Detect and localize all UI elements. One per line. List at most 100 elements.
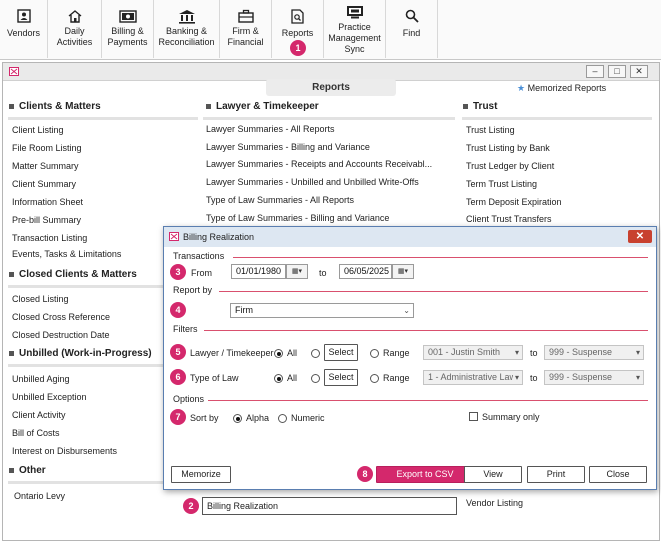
view-button[interactable]: View	[464, 466, 522, 483]
section-heading-clients: Clients & Matters	[9, 101, 101, 112]
type-of-law-range-from-select[interactable]: 1 - Administrative Law ▾	[423, 370, 523, 385]
money-icon	[118, 8, 137, 24]
report-link[interactable]: Pre-bill Summary	[12, 215, 81, 225]
type-of-law-all-label: All	[287, 373, 298, 383]
report-link[interactable]: Client Trust Transfers	[466, 214, 552, 224]
report-link[interactable]: Type of Law Summaries - All Reports	[206, 195, 354, 205]
report-link[interactable]: Lawyer Summaries - Billing and Variance	[206, 142, 370, 152]
from-calendar-button[interactable]: ▦▾	[286, 264, 308, 279]
report-link[interactable]: Lawyer Summaries - All Reports	[206, 124, 335, 134]
print-button[interactable]: Print	[527, 466, 585, 483]
report-link[interactable]: Client Summary	[12, 179, 76, 189]
divider	[8, 364, 163, 367]
report-by-select[interactable]: Firm ⌄	[230, 303, 414, 318]
restore-button[interactable]: □	[608, 65, 626, 78]
report-link[interactable]: Matter Summary	[12, 161, 79, 171]
section-heading-other: Other	[9, 465, 46, 476]
report-link[interactable]: Interest on Disbursements	[12, 446, 117, 456]
lawyer-to-label: to	[530, 348, 538, 358]
to-date-input[interactable]: 06/05/2025	[339, 264, 392, 279]
lawyer-range-to-select[interactable]: 999 - Suspense ▾	[544, 345, 644, 360]
report-link[interactable]: Trust Ledger by Client	[466, 161, 554, 171]
report-link[interactable]: Trust Listing	[466, 125, 515, 135]
app-icon	[169, 232, 179, 243]
step-badge-5: 5	[170, 344, 186, 360]
toolbar-banking-reconciliation[interactable]: Banking & Reconciliation	[154, 0, 220, 58]
lawyer-select-button[interactable]: Select	[324, 344, 358, 361]
type-of-law-range-label: Range	[383, 373, 410, 383]
report-link[interactable]: Type of Law Summaries - Billing and Vari…	[206, 213, 389, 223]
export-to-csv-button[interactable]: Export to CSV	[376, 466, 474, 483]
search-icon	[405, 8, 419, 24]
selected-report-field[interactable]: Billing Realization	[202, 497, 457, 515]
section-heading-trust: Trust	[463, 101, 497, 112]
divider	[462, 117, 652, 120]
type-of-law-range-radio[interactable]	[370, 374, 379, 383]
step-badge-4: 4	[170, 302, 186, 318]
report-link[interactable]: Term Deposit Expiration	[466, 197, 562, 207]
home-icon	[67, 8, 83, 24]
report-link[interactable]: Client Activity	[12, 410, 66, 420]
lawyer-range-radio[interactable]	[370, 349, 379, 358]
report-search-icon	[291, 8, 304, 24]
report-link[interactable]: Bill of Costs	[12, 428, 60, 438]
report-link[interactable]: File Room Listing	[12, 143, 82, 153]
toolbar-practice-management-sync[interactable]: Practice Management Sync	[324, 0, 386, 58]
lawyer-all-radio[interactable]	[274, 349, 283, 358]
close-button[interactable]: Close	[589, 466, 647, 483]
report-link[interactable]: Unbilled Exception	[12, 392, 87, 402]
report-link[interactable]: Transaction Listing	[12, 233, 87, 243]
section-heading-unbilled: Unbilled (Work-in-Progress)	[9, 348, 152, 359]
report-link[interactable]: Events, Tasks & Limitations	[12, 249, 121, 259]
section-title: Unbilled (Work-in-Progress)	[19, 348, 152, 359]
section-title: Clients & Matters	[19, 101, 101, 112]
bullet-icon	[9, 271, 14, 277]
report-link[interactable]: Lawyer Summaries - Unbilled and Unbilled…	[206, 177, 419, 187]
section-divider	[233, 257, 648, 258]
report-link[interactable]: Ontario Levy	[14, 491, 65, 501]
lawyer-range-from-select[interactable]: 001 - Justin Smith ▾	[423, 345, 523, 360]
calendar-icon: ▦▾	[291, 268, 303, 275]
summary-only-checkbox[interactable]	[469, 412, 478, 421]
report-link[interactable]: Closed Listing	[12, 294, 69, 304]
report-link[interactable]: Information Sheet	[12, 197, 83, 207]
report-link[interactable]: Trust Listing by Bank	[466, 143, 550, 153]
report-link[interactable]: Client Listing	[12, 125, 64, 135]
dialog-close-button[interactable]: ✕	[628, 230, 652, 243]
lawyer-select-radio[interactable]	[311, 349, 320, 358]
report-link[interactable]: Unbilled Aging	[12, 374, 70, 384]
report-link[interactable]: Lawyer Summaries - Receipts and Accounts…	[206, 159, 432, 169]
sort-numeric-radio[interactable]	[278, 414, 287, 423]
minimize-button[interactable]: –	[586, 65, 604, 78]
toolbar-billing-payments[interactable]: Billing & Payments	[102, 0, 154, 58]
from-date-input[interactable]: 01/01/1980	[231, 264, 286, 279]
bank-icon	[178, 8, 196, 24]
section-divider	[219, 291, 648, 292]
reports-tab[interactable]: Reports	[266, 79, 396, 96]
toolbar-label: Daily Activities	[56, 26, 93, 47]
close-window-button[interactable]: ✕	[630, 65, 648, 78]
report-link[interactable]: Closed Destruction Date	[12, 330, 110, 340]
lawyer-all-label: All	[287, 348, 298, 358]
sort-alpha-radio[interactable]	[233, 414, 242, 423]
lawyer-from-value: 001 - Justin Smith	[428, 347, 501, 357]
report-link[interactable]: Closed Cross Reference	[12, 312, 110, 322]
toolbar-vendors[interactable]: Vendors	[0, 0, 48, 58]
step-badge-1: 1	[290, 40, 306, 56]
divider	[8, 285, 163, 288]
toolbar-firm-financial[interactable]: Firm & Financial	[220, 0, 272, 58]
type-of-law-select-button[interactable]: Select	[324, 369, 358, 386]
toolbar-label: Vendors	[6, 28, 41, 38]
type-of-law-select-radio[interactable]	[311, 374, 320, 383]
type-of-law-all-radio[interactable]	[274, 374, 283, 383]
billing-realization-dialog: Billing Realization ✕ Transactions 3 Fro…	[163, 226, 657, 490]
step-badge-6: 6	[170, 369, 186, 385]
toolbar-daily-activities[interactable]: Daily Activities	[48, 0, 102, 58]
memorize-button[interactable]: Memorize	[171, 466, 231, 483]
report-link[interactable]: Vendor Listing	[466, 498, 523, 508]
to-calendar-button[interactable]: ▦▾	[392, 264, 414, 279]
report-link[interactable]: Term Trust Listing	[466, 179, 537, 189]
type-of-law-range-to-select[interactable]: 999 - Suspense ▾	[544, 370, 644, 385]
memorized-reports-link[interactable]: ★ Memorized Reports	[517, 83, 606, 94]
toolbar-find[interactable]: Find	[386, 0, 438, 58]
